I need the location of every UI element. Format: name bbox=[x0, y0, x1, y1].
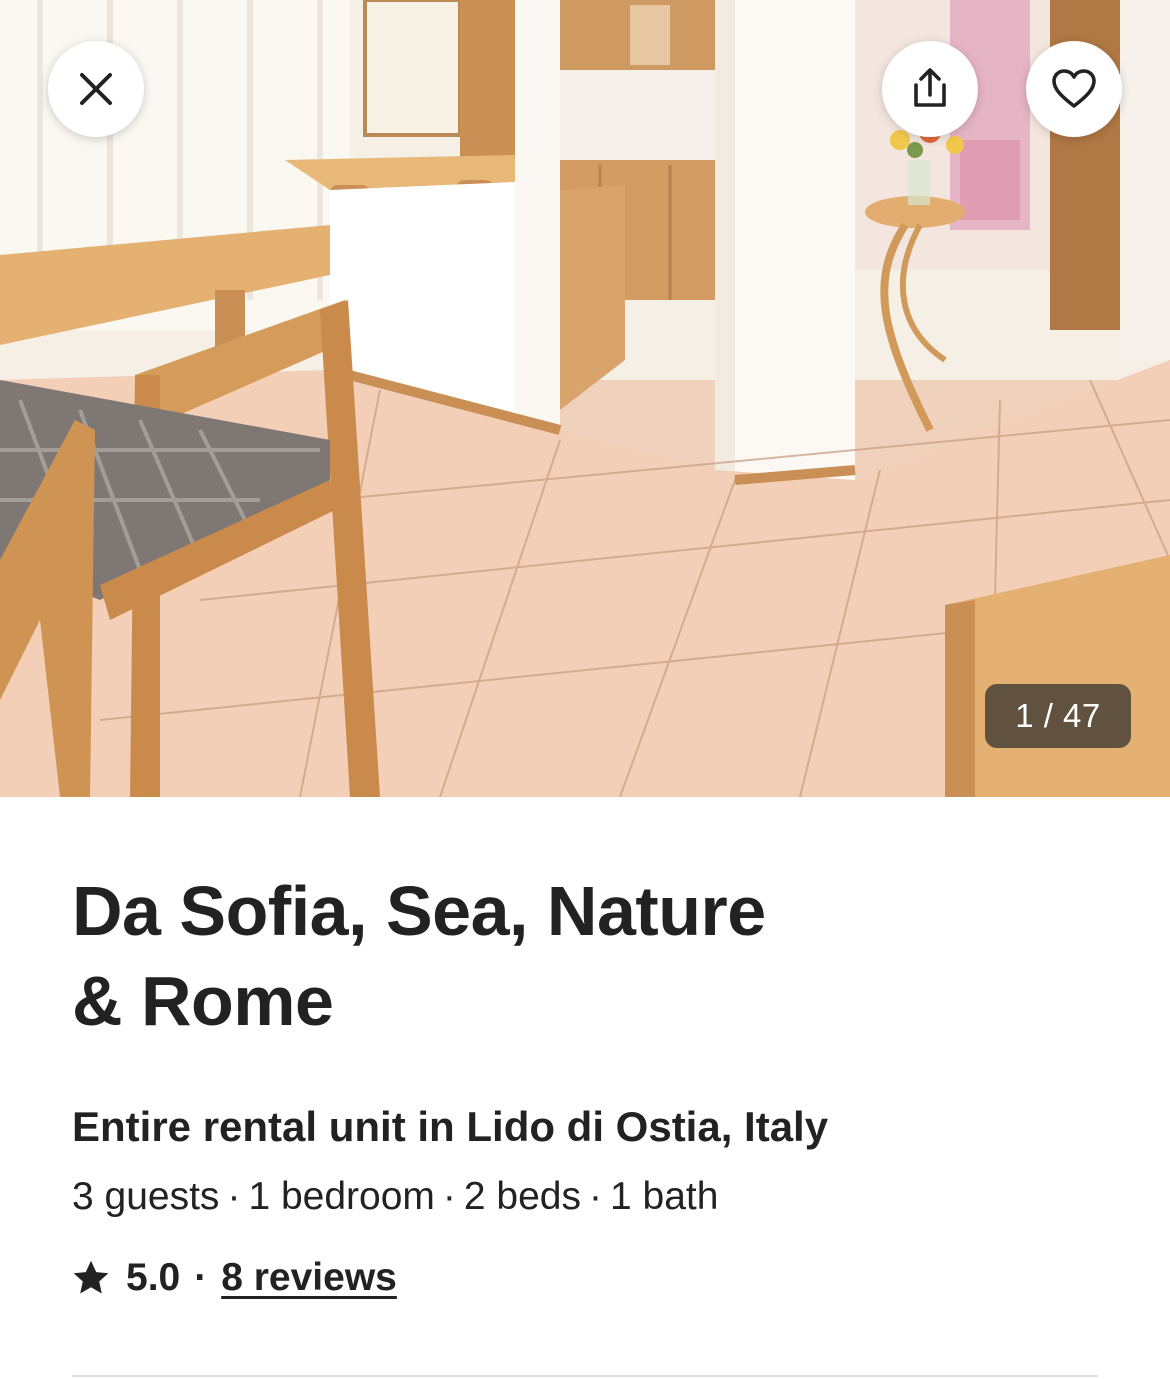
listing-specs: 3 guests · 1 bedroom · 2 beds · 1 bath bbox=[72, 1172, 1112, 1222]
share-icon bbox=[914, 68, 946, 107]
spec-beds: 2 beds bbox=[463, 1175, 581, 1218]
spec-separator: · bbox=[442, 1175, 456, 1218]
section-divider bbox=[72, 1375, 1098, 1377]
apartment-photo-image bbox=[0, 0, 1170, 797]
star-icon bbox=[73, 1260, 109, 1294]
spec-separator: · bbox=[589, 1175, 602, 1218]
close-icon bbox=[80, 73, 112, 105]
spec-guests: 3 guests bbox=[72, 1175, 220, 1218]
reviews-link[interactable]: 8 reviews bbox=[221, 1256, 397, 1300]
listing-subtitle: Entire rental unit in Lido di Ostia, Ita… bbox=[72, 1103, 829, 1150]
heart-icon bbox=[1052, 69, 1096, 108]
listing-title-line1: Da Sofia, Sea, Nature bbox=[72, 872, 766, 950]
spec-separator: · bbox=[227, 1175, 241, 1218]
rating-score: 5.0 bbox=[126, 1256, 181, 1299]
rating-separator: · bbox=[194, 1256, 208, 1299]
listing-rating: 5.0 · 8 reviews bbox=[72, 1252, 397, 1304]
save-button[interactable] bbox=[1026, 41, 1122, 137]
spec-bedrooms: 1 bedroom bbox=[248, 1175, 435, 1218]
spec-baths: 1 bath bbox=[610, 1175, 719, 1218]
share-button[interactable] bbox=[882, 41, 978, 137]
listing-title-line2: & Rome bbox=[72, 962, 334, 1040]
close-button[interactable] bbox=[48, 41, 144, 137]
listing-title: Da Sofia, Sea, Nature & Rome bbox=[72, 866, 872, 1046]
listing-photo[interactable]: 1 / 47 bbox=[0, 0, 1170, 797]
photo-counter: 1 / 47 bbox=[985, 684, 1131, 748]
